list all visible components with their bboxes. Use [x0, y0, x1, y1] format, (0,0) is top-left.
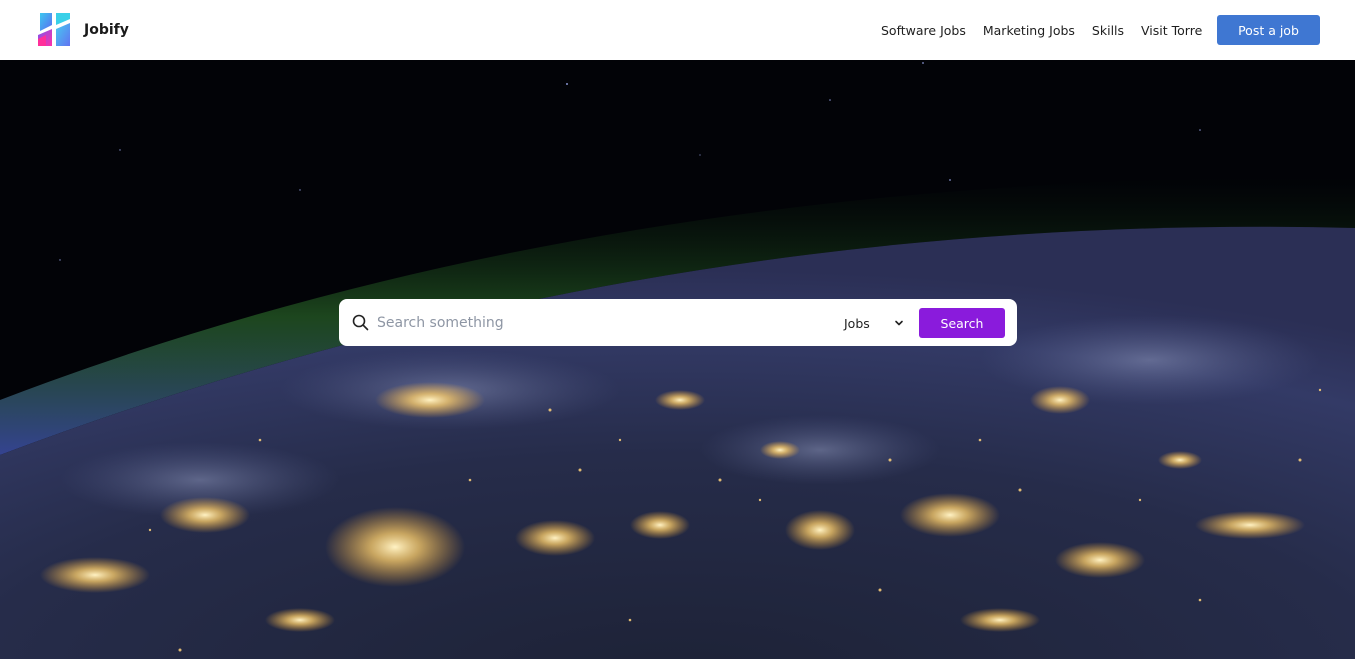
post-a-job-button[interactable]: Post a job	[1217, 15, 1320, 45]
search-input[interactable]	[377, 309, 817, 336]
search-icon	[352, 314, 369, 331]
brand-name: Jobify	[84, 21, 129, 38]
hero-section	[0, 60, 1355, 659]
search-button[interactable]: Search	[919, 308, 1005, 338]
search-bar: Jobs Search	[339, 299, 1017, 346]
earth-at-night-image	[0, 60, 1355, 659]
search-type-value: Jobs	[844, 315, 870, 331]
top-navbar: Jobify Software Jobs Marketing Jobs Skil…	[0, 0, 1355, 60]
brand-home-link[interactable]: Jobify	[36, 11, 129, 48]
nav-link-marketing-jobs[interactable]: Marketing Jobs	[983, 23, 1075, 38]
main-nav: Software Jobs Marketing Jobs Skills Visi…	[881, 0, 1202, 60]
search-type-select[interactable]: Jobs	[839, 311, 909, 335]
chevron-down-icon	[895, 320, 903, 326]
nav-link-visit-torre[interactable]: Visit Torre	[1141, 23, 1202, 38]
jobify-logo-icon	[38, 13, 70, 46]
nav-link-skills[interactable]: Skills	[1092, 23, 1124, 38]
nav-link-software-jobs[interactable]: Software Jobs	[881, 23, 966, 38]
